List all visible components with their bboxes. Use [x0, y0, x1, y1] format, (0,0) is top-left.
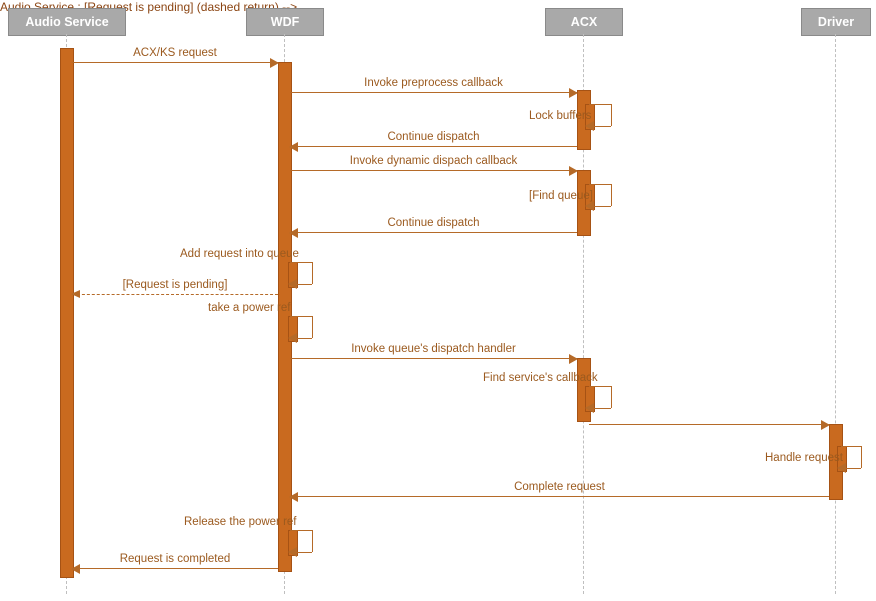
msg-label: Release the power ref: [184, 516, 297, 528]
participant-wdf: WDF: [246, 8, 324, 36]
arrow-left-icon: [289, 228, 298, 238]
participant-driver: Driver: [801, 8, 871, 36]
msg-complete-request: Complete request: [290, 496, 829, 497]
msg-label: Invoke preprocess callback: [364, 77, 503, 89]
msg-acx-ks-request: ACX/KS request: [72, 62, 278, 63]
activation-audio-service: [60, 48, 74, 578]
msg-label: Find service's callback: [483, 372, 598, 384]
msg-acx-to-driver: [589, 424, 829, 425]
msg-label: Invoke queue's dispatch handler: [351, 343, 516, 355]
msg-label: Request is completed: [120, 553, 231, 565]
msg-label: Continue dispatch: [387, 217, 479, 229]
participant-label: Driver: [818, 15, 854, 29]
arrow-right-icon: [270, 58, 279, 68]
msg-label: Add request into queue: [180, 248, 299, 260]
arrow-right-icon: [569, 88, 578, 98]
arrow-left-icon: [71, 290, 80, 298]
participant-acx: ACX: [545, 8, 623, 36]
msg-label: Continue dispatch: [387, 131, 479, 143]
lifeline-driver: [835, 34, 836, 594]
msg-request-pending: [Request is pending]: [72, 294, 278, 295]
msg-label: ACX/KS request: [133, 47, 217, 59]
msg-invoke-dynamic-dispatch: Invoke dynamic dispach callback: [290, 170, 577, 171]
arrow-right-icon: [821, 420, 830, 430]
participant-audio-service: Audio Service: [8, 8, 126, 36]
arrow-left-icon: [289, 492, 298, 502]
msg-label: [Request is pending]: [123, 279, 228, 291]
msg-invoke-preprocess: Invoke preprocess callback: [290, 92, 577, 93]
msg-label: Invoke dynamic dispach callback: [350, 155, 517, 167]
msg-label: take a power ref: [208, 302, 290, 314]
arrow-right-icon: [569, 354, 578, 364]
participant-label: WDF: [271, 15, 299, 29]
msg-request-completed: Request is completed: [72, 568, 278, 569]
participant-label: Audio Service: [25, 15, 108, 29]
msg-continue-dispatch-1: Continue dispatch: [290, 146, 577, 147]
msg-label: Handle request: [765, 452, 843, 464]
msg-continue-dispatch-2: Continue dispatch: [290, 232, 577, 233]
msg-label: Complete request: [514, 481, 605, 493]
sequence-diagram: { "participants": { "audio_service": "Au…: [0, 0, 876, 601]
msg-invoke-queue-handler: Invoke queue's dispatch handler: [290, 358, 577, 359]
msg-label: [Find queue]: [529, 190, 593, 202]
msg-label: Lock buffers: [529, 110, 591, 122]
arrow-left-icon: [71, 564, 80, 574]
arrow-left-icon: [289, 142, 298, 152]
arrow-right-icon: [569, 166, 578, 176]
participant-label: ACX: [571, 15, 597, 29]
